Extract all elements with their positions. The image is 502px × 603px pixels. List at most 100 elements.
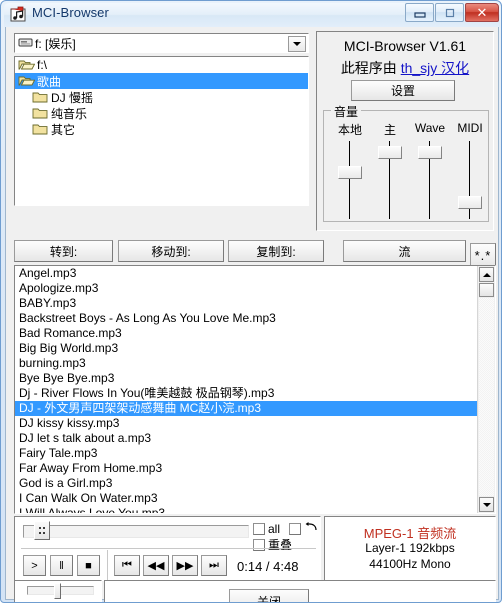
minimize-button[interactable] [405,3,434,22]
file-list-item-label: Big Big World.mp3 [19,341,119,355]
checkbox-overlap[interactable]: 重叠 [253,536,292,553]
checkbox-loop[interactable] [289,522,318,536]
file-list-item[interactable]: BABY.mp3 [15,296,477,311]
copy-to-button[interactable]: 复制到: [228,240,324,262]
file-list-item[interactable]: I Can Walk On Water.mp3 [15,491,477,506]
file-list-item[interactable]: Dj - River Flows In You(唯美越鼓 极品钢琴).mp3 [15,386,477,401]
file-list-item[interactable]: Apologize.mp3 [15,281,477,296]
file-list-item-label: Backstreet Boys - As Long As You Love Me… [19,311,276,325]
directshow-slider-thumb[interactable] [54,583,61,599]
scrollbar-trough[interactable] [479,298,494,496]
file-list-item-label: Angel.mp3 [19,266,77,280]
player-controls-panel: all 重叠 > ‖ ■ ⏮ ◀◀ ▶▶ ⏭ 0:14 / 4:48 [14,516,321,581]
drive-dropdown-arrow[interactable] [288,36,306,52]
credit-line: 此程序由 th_sjy 汉化 [317,58,493,78]
scrollbar-thumb[interactable] [479,283,494,297]
file-list-item[interactable]: Bye Bye Bye.mp3 [15,371,477,386]
info-panel: MCI-Browser V1.61 此程序由 th_sjy 汉化 设置 音量 本… [316,31,494,231]
file-list-item[interactable]: Angel.mp3 [15,266,477,281]
title-bar[interactable]: MCI-Browser ✕ [1,1,501,28]
file-list-item-label: I Can Walk On Water.mp3 [19,491,158,505]
credit-prefix: 此程序由 [340,60,397,76]
stream-info-panel: MPEG-1 音频流 Layer-1 192kbps 44100Hz Mono [324,516,496,581]
tree-item-label: 歌曲 [37,74,62,89]
volume-slider-label: 主 [383,123,396,137]
file-list-item[interactable]: I Will Always Love You.mp3 [15,506,477,513]
goto-button[interactable]: 转到: [14,240,113,262]
tree-item[interactable]: 歌曲 [15,73,308,89]
volume-slider-thumb[interactable] [378,146,402,160]
file-list-item[interactable]: Fairy Tale.mp3 [15,446,477,461]
checkbox-all[interactable]: all [253,522,280,536]
translator-link[interactable]: th_sjy 汉化 [401,60,469,76]
checkbox-loop-box[interactable] [289,523,301,535]
file-list-item[interactable]: Far Away From Home.mp3 [15,461,477,476]
file-list-item-label: DJ let s talk about a.mp3 [19,431,152,445]
playback-time: 0:14 / 4:48 [237,559,299,574]
tree-item-label: 其它 [51,122,76,137]
stop-button[interactable]: ■ [77,555,100,576]
file-list-item-label: DJ - 外文男声四架架动感舞曲 MC赵小浣.mp3 [19,401,262,415]
tree-item-label: 纯音乐 [51,106,88,121]
file-list-item[interactable]: DJ let s talk about a.mp3 [15,431,477,446]
file-list-item-label: Fairy Tale.mp3 [19,446,98,460]
file-list-item[interactable]: Backstreet Boys - As Long As You Love Me… [15,311,477,326]
bottom-bar: 关闭 [104,580,496,602]
stream-samplerate-label: 44100Hz Mono [369,557,451,571]
chevron-down-icon [293,42,301,46]
app-version-label: MCI-Browser V1.61 [343,38,467,54]
file-list-item[interactable]: Big Big World.mp3 [15,341,477,356]
rewind-button[interactable]: ◀◀ [143,555,169,576]
move-to-button[interactable]: 移动到: [118,240,224,262]
volume-slider-thumb[interactable] [338,166,362,180]
file-list[interactable]: Angel.mp3 Apologize.mp3 BABY.mp3 Backstreet… [14,265,496,514]
pause-button[interactable]: ‖ [50,555,73,576]
file-list-item-label: I Will Always Love You.mp3 [19,506,166,513]
volume-slider[interactable]: 主 [370,121,410,219]
next-track-button[interactable]: ⏭ [201,555,227,576]
close-window-button[interactable]: ✕ [465,3,499,22]
folder-tree[interactable]: f:\ 歌曲 DJ 慢摇 纯音乐 其它 [14,56,309,206]
scroll-down-button[interactable] [479,497,494,512]
close-button[interactable]: 关闭 [229,589,309,602]
volume-slider[interactable]: 本地 [330,121,370,219]
checkbox-all-box[interactable] [253,523,265,535]
seek-slider-track[interactable] [23,525,249,538]
file-list-item-label: Bad Romance.mp3 [19,326,122,340]
file-list-item[interactable]: Bad Romance.mp3 [15,326,477,341]
previous-track-button[interactable]: ⏮ [114,555,140,576]
volume-slider-thumb[interactable] [418,146,442,160]
fast-forward-button[interactable]: ▶▶ [172,555,198,576]
checkbox-overlap-label: 重叠 [268,538,293,552]
minimize-icon [406,4,433,21]
file-list-items[interactable]: Angel.mp3 Apologize.mp3 BABY.mp3 Backstreet… [15,266,477,513]
volume-slider[interactable]: Wave [410,121,450,219]
play-button[interactable]: > [23,555,46,576]
tree-item[interactable]: DJ 慢摇 [15,89,308,105]
volume-slider-thumb[interactable] [458,196,482,210]
file-list-scrollbar[interactable] [477,266,495,513]
music-note-app-icon [10,6,26,22]
seek-slider-thumb[interactable] [33,521,50,540]
maximize-icon [436,4,463,21]
file-list-item[interactable]: God is a Girl.mp3 [15,476,477,491]
tree-item[interactable]: f:\ [15,57,308,73]
tree-item-label: f:\ [37,58,48,72]
scroll-up-button[interactable] [479,267,494,282]
open-folder-icon [18,58,36,72]
volume-slider-track[interactable] [349,141,350,219]
file-list-item-label: burning.mp3 [19,356,86,370]
open-folder-icon [18,74,36,88]
folder-icon [32,90,49,104]
file-list-item[interactable]: DJ - 外文男声四架架动感舞曲 MC赵小浣.mp3 [15,401,477,416]
drive-select-display: f: [娱乐] [15,34,308,52]
tree-item[interactable]: 纯音乐 [15,105,308,121]
stream-button[interactable]: 流 [343,240,466,262]
tree-item[interactable]: 其它 [15,121,308,137]
file-list-item[interactable]: burning.mp3 [15,356,477,371]
file-list-item[interactable]: DJ kissy kissy.mp3 [15,416,477,431]
maximize-button[interactable] [435,3,464,22]
drive-select[interactable]: f: [娱乐] [14,33,309,53]
settings-button[interactable]: 设置 [351,80,455,101]
volume-slider[interactable]: MIDI [450,121,490,219]
